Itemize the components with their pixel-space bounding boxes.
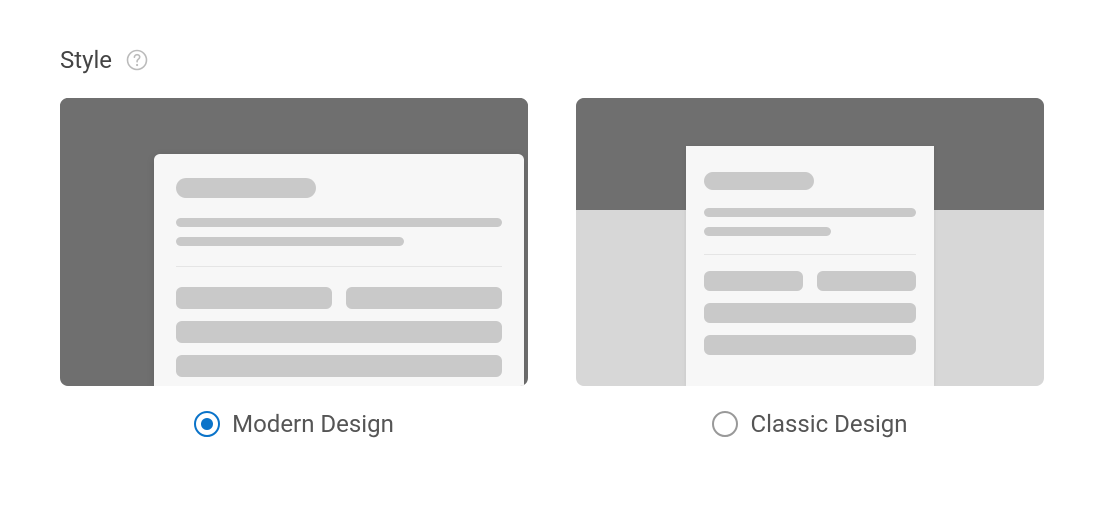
option-classic: Classic Design xyxy=(576,98,1044,438)
radio-label-modern: Modern Design xyxy=(232,410,394,438)
option-modern: Modern Design xyxy=(60,98,528,438)
style-options: Modern Design Classic Design xyxy=(60,98,1056,438)
help-icon[interactable] xyxy=(126,49,148,71)
preview-modern[interactable] xyxy=(60,98,528,386)
style-label: Style xyxy=(60,46,112,74)
radio-modern[interactable]: Modern Design xyxy=(60,410,528,438)
radio-input-classic[interactable] xyxy=(712,411,738,437)
radio-label-classic: Classic Design xyxy=(750,410,907,438)
preview-classic[interactable] xyxy=(576,98,1044,386)
radio-classic[interactable]: Classic Design xyxy=(576,410,1044,438)
style-header: Style xyxy=(60,46,1056,74)
radio-input-modern[interactable] xyxy=(194,411,220,437)
